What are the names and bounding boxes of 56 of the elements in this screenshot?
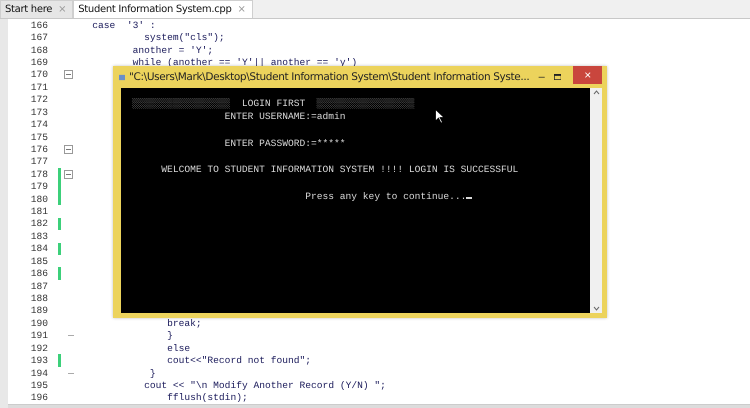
code-line: system("cls");: [143, 32, 225, 44]
line-number: 196: [30, 392, 48, 404]
line-number: 177: [30, 156, 48, 168]
line-number: 190: [30, 318, 48, 329]
console-output: ░░░░░░░░░░░░░░░░░ LOGIN FIRST ░░░░░░░░░░░░░░░░░ ENTER USERNAME:=admin ENTER PASSWORD:=***** WELCOME TO STUDENT INFORMATION SYSTEM !!!! LOGIN IS SUCCESSFUL Press any key to continue...: [121, 97, 518, 204]
line-number: 186: [30, 268, 48, 280]
line-number: 191: [30, 330, 48, 342]
line-number: 179: [30, 181, 48, 192]
code-line: cout<<"Record not found";: [166, 355, 312, 366]
code-line: case '3' :: [91, 20, 156, 31]
line-number: 170: [30, 69, 48, 80]
line-number: 185: [30, 256, 48, 267]
line-number: 188: [30, 292, 48, 304]
code-line: fflush(stdin);: [166, 392, 248, 404]
line-number: 187: [30, 280, 48, 292]
window-title: "C:\Users\Mark\Desktop\Student Information System\Student Information Syste...: [129, 71, 530, 83]
code-line: }: [148, 368, 156, 379]
code-line: break;: [166, 318, 202, 329]
fold-icon[interactable]: [64, 144, 73, 154]
code-line: cout << "\n Modify Another Record (Y/N) ";: [143, 380, 386, 391]
mouse-pointer-icon: [435, 109, 445, 124]
line-number: 181: [30, 206, 48, 218]
file-tab[interactable]: Start here ×: [0, 0, 74, 18]
console-icon: [119, 74, 126, 80]
line-number: 168: [30, 44, 48, 56]
line-number: 180: [30, 194, 48, 205]
line-number: 176: [30, 144, 48, 155]
line-number: 193: [30, 355, 48, 366]
line-number: 189: [30, 305, 48, 316]
line-number: 195: [30, 380, 48, 391]
line-number: 194: [30, 368, 48, 379]
line-number: 172: [30, 94, 48, 106]
line-number: 169: [30, 56, 48, 68]
scroll-up-icon[interactable]: [592, 90, 600, 95]
maximize-icon[interactable]: [554, 73, 562, 81]
code-line: else: [166, 342, 190, 354]
fold-icon[interactable]: [64, 70, 73, 80]
line-number: 171: [30, 82, 48, 93]
scroll-down-icon[interactable]: [592, 306, 600, 311]
line-number: 184: [30, 243, 48, 254]
line-number: 178: [30, 168, 48, 180]
code-line: another = 'Y';: [132, 44, 214, 56]
file-tab[interactable]: Student Information System.cpp ×: [73, 0, 253, 18]
line-number: 167: [30, 32, 48, 44]
line-number: 174: [30, 119, 48, 130]
line-number: 175: [30, 132, 48, 142]
line-number: 173: [30, 106, 48, 118]
minimize-button[interactable]: –: [533, 68, 550, 86]
code-line: }: [166, 330, 173, 342]
close-button[interactable]: ×: [573, 66, 602, 84]
vertical-scrollbar[interactable]: [590, 88, 602, 313]
line-number: 166: [30, 20, 48, 31]
line-number: 192: [30, 342, 48, 354]
fold-icon[interactable]: [64, 170, 73, 179]
line-number: 183: [30, 230, 48, 242]
line-number: 182: [30, 218, 48, 230]
